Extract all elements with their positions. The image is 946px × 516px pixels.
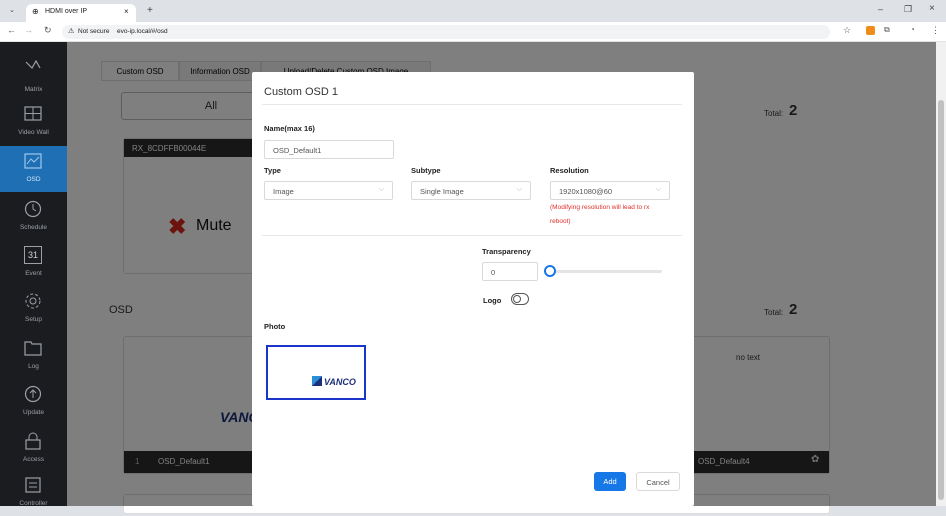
video-wall-icon: [24, 106, 42, 121]
sidebar-item-setup[interactable]: Setup: [0, 286, 67, 332]
subtype-select-value: Single Image: [420, 187, 464, 196]
sidebar-item-matrix[interactable]: Matrix: [0, 50, 67, 96]
vanco-logo-text: VANCO: [324, 377, 356, 387]
menu-kebab-icon[interactable]: ⋮: [931, 25, 940, 36]
extension-icon[interactable]: [866, 26, 875, 35]
new-tab-icon[interactable]: +: [147, 5, 153, 16]
transparency-slider-handle[interactable]: [544, 265, 556, 277]
sidebar-item-label: Schedule: [19, 224, 48, 231]
section-divider: [262, 235, 682, 236]
chevron-down-icon: ⌵: [378, 186, 384, 193]
name-input[interactable]: OSD_Default1: [264, 140, 394, 159]
photo-thumbnail[interactable]: VANCO: [266, 345, 366, 400]
restore-icon[interactable]: ❐: [904, 4, 912, 15]
log-folder-icon: [24, 341, 42, 356]
transparency-value: 0: [491, 268, 496, 277]
sidebar-item-access[interactable]: Access: [0, 426, 67, 472]
lock-icon: [25, 432, 41, 450]
chevron-down-icon: ⌵: [655, 186, 661, 193]
sidebar-item-label: Update: [23, 409, 44, 416]
name-input-value: OSD_Default1: [273, 146, 322, 155]
warning-icon: ⚠: [68, 28, 75, 35]
transparency-slider-track[interactable]: [548, 270, 662, 273]
browser-tab-bar: ⌄ ⊕ HDMI over IP × + – ❐ ×: [0, 0, 946, 22]
custom-osd-dialog: Custom OSD 1 Name(max 16) OSD_Default1 T…: [252, 72, 694, 506]
url-text: evo-ip.local/#/osd: [117, 28, 168, 35]
sidebar-item-label: OSD: [26, 176, 41, 183]
sidebar-item-schedule[interactable]: Schedule: [0, 194, 67, 240]
sidebar-item-controller[interactable]: Controller: [0, 470, 67, 516]
tab-list-chevron-icon[interactable]: ⌄: [9, 6, 15, 14]
event-icon: 31: [24, 246, 42, 264]
resolution-label: Resolution: [550, 166, 589, 175]
schedule-icon: [24, 200, 42, 218]
cancel-button[interactable]: Cancel: [636, 472, 680, 491]
sidebar-item-label: Log: [28, 363, 39, 370]
address-bar: ← → ↻ ⚠ Not secure evo-ip.local/#/osd ☆ …: [0, 22, 946, 42]
sidebar-item-update[interactable]: Update: [0, 379, 67, 425]
browser-tab[interactable]: ⊕ HDMI over IP ×: [26, 4, 136, 22]
back-icon[interactable]: ←: [7, 25, 16, 35]
transparency-label: Transparency: [482, 247, 531, 256]
sidebar-item-label: Setup: [25, 316, 42, 323]
sidebar-item-label: Access: [23, 456, 44, 463]
resolution-select-value: 1920x1080@60: [559, 187, 613, 196]
logo-toggle[interactable]: [511, 293, 529, 305]
update-icon: [24, 385, 42, 403]
setup-gear-icon: [25, 293, 41, 309]
minimize-icon[interactable]: –: [878, 4, 883, 14]
subtype-label: Subtype: [411, 166, 441, 175]
resolution-warning-line-1: (Modifying resolution will lead to rx: [550, 204, 650, 211]
vanco-logo-mark: [312, 376, 322, 386]
globe-icon: ⊕: [32, 7, 39, 16]
reload-icon[interactable]: ↻: [44, 25, 52, 36]
close-window-icon[interactable]: ×: [929, 3, 935, 14]
dialog-title: Custom OSD 1: [264, 86, 338, 98]
tab-title: HDMI over IP: [45, 8, 88, 15]
security-label: Not secure: [78, 28, 110, 35]
scrollbar-thumb[interactable]: [938, 100, 944, 500]
bookmark-star-icon[interactable]: ☆: [843, 25, 851, 36]
resolution-warning-line-2: reboot): [550, 218, 571, 225]
forward-icon[interactable]: →: [24, 25, 33, 35]
sidebar-item-event[interactable]: 31 Event: [0, 240, 67, 286]
type-select-value: Image: [273, 187, 294, 196]
sidebar-item-label: Matrix: [24, 86, 43, 93]
close-tab-icon[interactable]: ×: [124, 7, 129, 16]
sidebar-item-label: Event: [25, 270, 42, 277]
type-select[interactable]: Image ⌵: [264, 181, 393, 200]
url-field[interactable]: ⚠ Not secure evo-ip.local/#/osd: [62, 25, 830, 39]
add-button[interactable]: Add: [594, 472, 626, 491]
matrix-icon: [25, 59, 41, 69]
type-label: Type: [264, 166, 281, 175]
photo-label: Photo: [264, 322, 286, 331]
resolution-select[interactable]: 1920x1080@60 ⌵: [550, 181, 670, 200]
sidebar-item-osd[interactable]: OSD: [0, 146, 67, 192]
extensions-puzzle-icon[interactable]: ⧉: [884, 25, 890, 35]
name-label: Name(max 16): [264, 124, 315, 133]
title-divider: [262, 104, 682, 105]
logo-toggle-knob: [513, 295, 521, 303]
osd-icon: [24, 153, 42, 169]
app-sidebar: Matrix Video Wall OSD Schedule 31 Event …: [0, 42, 67, 507]
sidebar-item-log[interactable]: Log: [0, 333, 67, 379]
sidebar-item-label: Video Wall: [18, 129, 49, 136]
transparency-input[interactable]: 0: [482, 262, 538, 281]
chevron-down-icon: ⌵: [516, 186, 522, 193]
logo-label: Logo: [483, 296, 502, 305]
sidebar-item-video-wall[interactable]: Video Wall: [0, 99, 67, 145]
controller-icon: [25, 477, 41, 493]
subtype-select[interactable]: Single Image ⌵: [411, 181, 531, 200]
profile-icon[interactable]: ◔: [910, 25, 915, 34]
